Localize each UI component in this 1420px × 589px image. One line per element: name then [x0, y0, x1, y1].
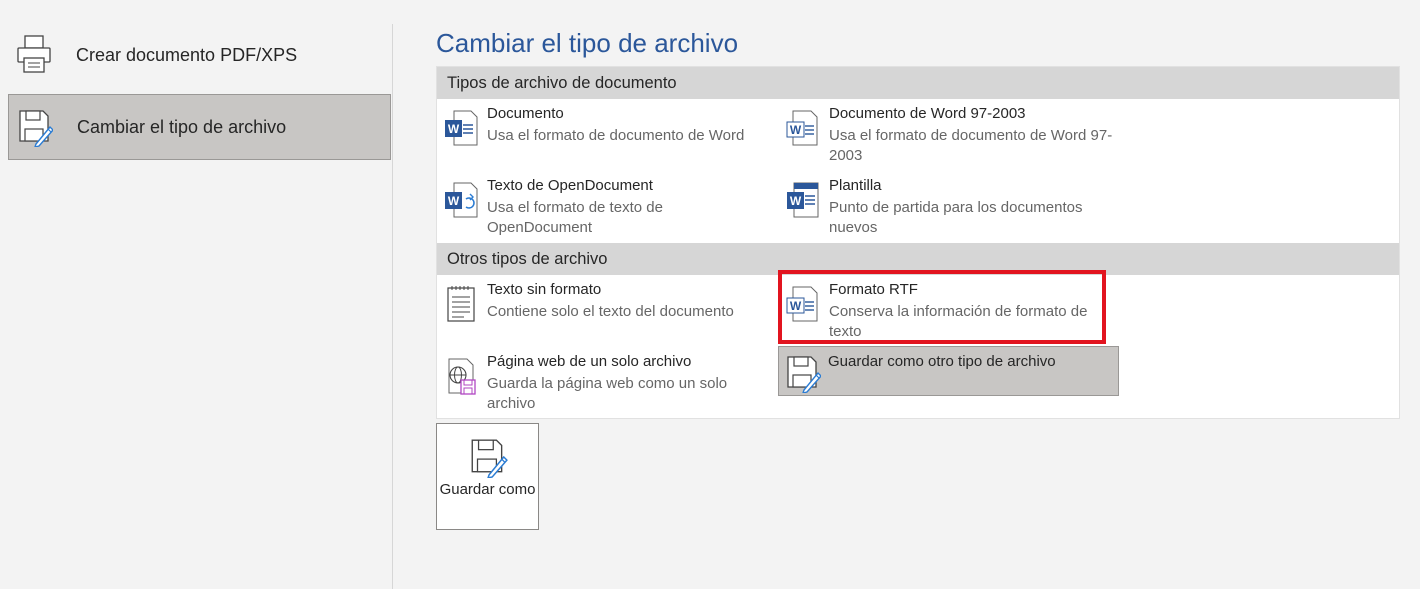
word-doc-icon: W [444, 109, 478, 147]
section-header-other-types: Otros tipos de archivo [437, 243, 1399, 275]
nav-item-create-pdf-xps[interactable]: Crear documento PDF/XPS [8, 22, 391, 88]
svg-text:W: W [448, 122, 460, 136]
file-type-title: Texto sin formato [487, 281, 602, 298]
save-edit-icon [785, 353, 822, 394]
section-header-document-types: Tipos de archivo de documento [437, 67, 1399, 99]
file-type-plantilla[interactable]: W Plantilla Punto de partida para los do… [779, 177, 1119, 237]
file-type-documento[interactable]: W Documento Usa el formato de documento … [437, 105, 777, 165]
file-type-title: Documento de Word 97-2003 [829, 105, 1026, 122]
printer-icon [16, 34, 52, 74]
plain-text-icon [444, 285, 478, 323]
file-type-word-97-2003[interactable]: W Documento de Word 97-2003 Usa el forma… [779, 105, 1119, 165]
file-type-title: Guardar como otro tipo de archivo [828, 353, 1056, 370]
word-97-icon: W [786, 109, 820, 147]
file-type-description: Guarda la página web como un solo archiv… [487, 375, 728, 412]
file-type-title: Texto de OpenDocument [487, 177, 653, 194]
save-edit-icon [467, 436, 509, 480]
word-template-icon: W [786, 181, 820, 219]
left-nav: Crear documento PDF/XPS Cambiar el tipo … [0, 0, 392, 589]
pane-divider [392, 24, 393, 589]
odt-icon: W [444, 181, 478, 219]
file-type-title: Documento [487, 105, 564, 122]
web-page-icon [444, 357, 478, 395]
save-as-label: Guardar como [439, 481, 536, 498]
nav-item-label: Crear documento PDF/XPS [76, 44, 298, 65]
nav-item-change-file-type[interactable]: Cambiar el tipo de archivo [8, 94, 391, 160]
file-type-title: Plantilla [829, 177, 882, 194]
file-type-plain-text[interactable]: Texto sin formato Contiene solo el texto… [437, 281, 777, 341]
svg-text:W: W [448, 194, 460, 208]
svg-text:W: W [790, 194, 802, 208]
nav-item-label: Cambiar el tipo de archivo [77, 116, 287, 137]
file-type-description: Usa el formato de texto de OpenDocument [487, 199, 663, 236]
file-type-title: Formato RTF [829, 281, 918, 298]
save-edit-icon [17, 107, 54, 148]
file-type-rtf[interactable]: W Formato RTF Conserva la información de… [779, 281, 1119, 341]
file-type-opendocument-text[interactable]: W Texto de OpenDocument Usa el formato d… [437, 177, 777, 237]
file-type-title: Página web de un solo archivo [487, 353, 692, 370]
file-type-description: Usa el formato de documento de Word 97-2… [829, 127, 1113, 164]
file-type-description: Conserva la información de formato de te… [829, 303, 1088, 340]
save-as-button[interactable]: Guardar como [436, 423, 539, 530]
page-title: Cambiar el tipo de archivo [436, 28, 739, 58]
file-type-save-as-other[interactable]: Guardar como otro tipo de archivo [778, 346, 1119, 396]
rtf-icon: W [786, 285, 820, 323]
file-types-panel: Tipos de archivo de documento W Document… [436, 66, 1400, 419]
file-type-description: Contiene solo el texto del documento [487, 303, 734, 320]
svg-text:W: W [790, 299, 802, 313]
file-type-single-file-web-page[interactable]: Página web de un solo archivo Guarda la … [437, 353, 777, 413]
svg-text:W: W [790, 123, 802, 137]
file-type-description: Punto de partida para los documentos nue… [829, 199, 1083, 236]
file-type-description: Usa el formato de documento de Word [487, 127, 745, 144]
